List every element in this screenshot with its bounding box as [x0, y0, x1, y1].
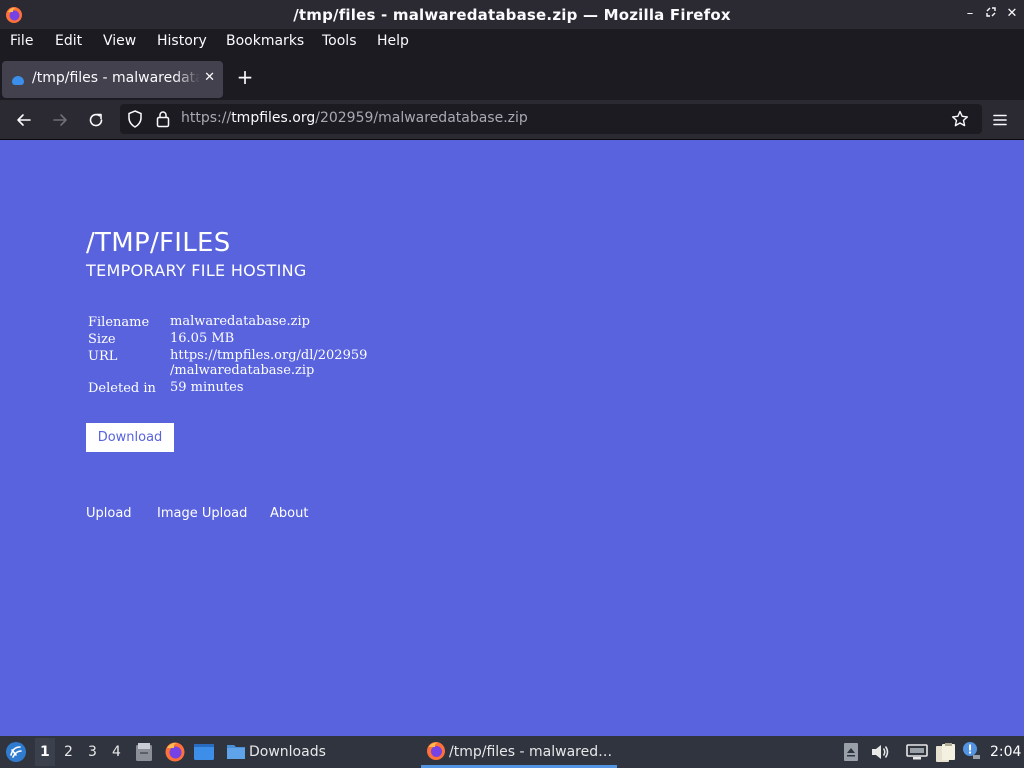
about-link[interactable]: About — [270, 506, 308, 521]
menu-tools[interactable]: Tools — [322, 33, 357, 49]
window-title: /tmp/files - malwaredatabase.zip — Mozil… — [293, 6, 731, 24]
filename-value: malwaredatabase.zip — [170, 314, 310, 329]
menu-edit[interactable]: Edit — [55, 33, 82, 49]
site-title: /TMP/FILES — [86, 228, 231, 258]
task-firefox-label: /tmp/files - malwared… — [449, 744, 613, 760]
menu-file[interactable]: File — [10, 33, 33, 49]
tab-title: /tmp/files - malwaredatabase.zip — [32, 70, 200, 86]
url-host: tmpfiles.org — [231, 110, 316, 126]
tab-strip: /tmp/files - malwaredatabase.zip ✕ + — [0, 56, 1024, 100]
site-favicon-icon — [12, 76, 24, 85]
workspace-1[interactable]: 1 — [40, 744, 50, 760]
menu-history[interactable]: History — [157, 33, 207, 49]
menu-bar: File Edit View History Bookmarks Tools H… — [0, 29, 1024, 56]
reload-icon[interactable] — [86, 110, 106, 130]
forward-arrow-icon[interactable] — [50, 110, 70, 130]
upload-link[interactable]: Upload — [86, 506, 132, 521]
tab-active[interactable]: /tmp/files - malwaredatabase.zip ✕ — [2, 61, 223, 98]
url-scheme: https:// — [181, 110, 232, 126]
bookmark-star-icon[interactable] — [951, 110, 969, 128]
workspace-2[interactable]: 2 — [64, 744, 73, 760]
size-label: Size — [88, 332, 116, 347]
taskbar: 1 2 3 4 Downloads /tmp/files - malwared… — [0, 736, 1024, 768]
deleted-in-value: 59 minutes — [170, 380, 244, 395]
back-arrow-icon[interactable] — [14, 110, 34, 130]
eject-icon[interactable] — [843, 743, 859, 761]
firefox-launcher-icon[interactable] — [164, 741, 186, 763]
url-path: /202959/malwaredatabase.zip — [315, 110, 528, 126]
url-bar[interactable]: https://tmpfiles.org/202959/malwaredatab… — [120, 104, 982, 134]
network-icon[interactable] — [906, 743, 928, 761]
new-tab-icon[interactable]: + — [236, 66, 254, 88]
url-text[interactable]: https://tmpfiles.org/202959/malwaredatab… — [181, 110, 528, 126]
task-downloads-label: Downloads — [249, 744, 326, 760]
volume-icon[interactable] — [870, 743, 890, 761]
taskbar-clock: 2:04 — [990, 744, 1022, 760]
url-label: URL — [88, 349, 118, 364]
hamburger-menu-icon[interactable] — [990, 110, 1010, 130]
image-upload-link[interactable]: Image Upload — [157, 506, 247, 521]
size-value: 16.05 MB — [170, 331, 235, 346]
navigation-bar: https://tmpfiles.org/202959/malwaredatab… — [0, 100, 1024, 140]
file-manager-icon[interactable] — [134, 741, 154, 763]
menu-bookmarks[interactable]: Bookmarks — [226, 33, 304, 49]
folder-icon — [227, 745, 245, 759]
minimize-icon[interactable]: – — [962, 6, 978, 22]
page-content: /TMP/FILES TEMPORARY FILE HOSTING Filena… — [0, 140, 1024, 736]
url-value-line2: /malwaredatabase.zip — [170, 363, 315, 378]
clipboard-icon[interactable] — [934, 743, 956, 763]
download-button[interactable]: Download — [86, 423, 174, 452]
lock-icon[interactable] — [156, 110, 170, 128]
filename-label: Filename — [88, 315, 150, 330]
deleted-in-label: Deleted in — [88, 381, 156, 396]
menu-help[interactable]: Help — [377, 33, 409, 49]
workspace-4[interactable]: 4 — [112, 744, 121, 760]
terminal-icon[interactable] — [193, 742, 215, 762]
url-value-line1: https://tmpfiles.org/dl/202959 — [170, 348, 368, 363]
site-subtitle: TEMPORARY FILE HOSTING — [86, 261, 307, 280]
menu-view[interactable]: View — [103, 33, 136, 49]
start-menu-icon[interactable] — [5, 741, 27, 763]
url-value[interactable]: https://tmpfiles.org/dl/202959/malwareda… — [170, 348, 367, 378]
firefox-icon — [427, 742, 445, 760]
restore-icon[interactable] — [983, 6, 999, 22]
close-tab-icon[interactable]: ✕ — [204, 70, 215, 85]
window-titlebar: /tmp/files - malwaredatabase.zip — Mozil… — [0, 0, 1024, 29]
close-window-icon[interactable]: ✕ — [1004, 6, 1020, 22]
workspace-3[interactable]: 3 — [88, 744, 97, 760]
notification-icon[interactable] — [961, 741, 981, 761]
shield-icon[interactable] — [127, 110, 143, 128]
